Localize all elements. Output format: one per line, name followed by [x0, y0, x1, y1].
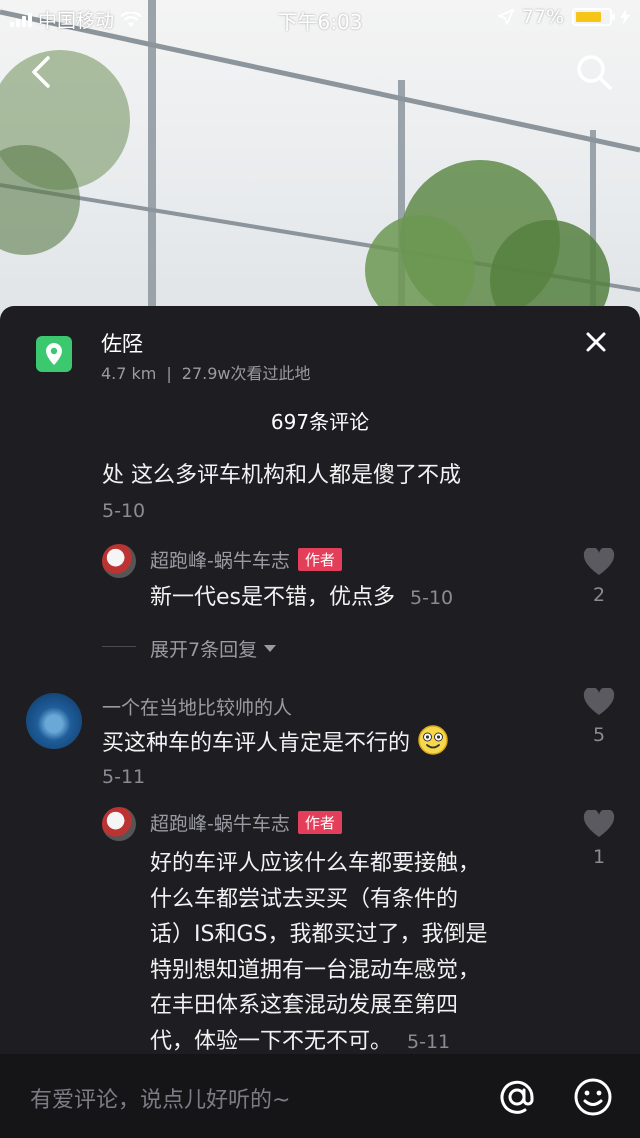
- avatar[interactable]: [26, 693, 82, 749]
- reply-last-line: 代，体验一下不无不可。 5-11: [150, 1024, 487, 1055]
- author-badge: 作者: [297, 548, 342, 571]
- like-count: 1: [592, 846, 606, 868]
- avatar[interactable]: [102, 807, 136, 841]
- comment-input-bar: 有爱评论，说点儿好听的~: [0, 1054, 640, 1138]
- reply-date: 5-11: [407, 1030, 451, 1053]
- heart-icon: [583, 808, 615, 837]
- charging-icon: [620, 9, 630, 25]
- avatar[interactable]: [102, 544, 136, 578]
- location-name: 佐陉: [101, 332, 143, 356]
- like-count: 5: [592, 724, 606, 746]
- reply-username[interactable]: 超跑峰-蜗牛车志: [150, 550, 290, 572]
- like-count: 2: [592, 584, 606, 606]
- heart-icon: [583, 546, 615, 575]
- comment-text: 处 这么多评车机构和人都是傻了不成: [102, 463, 461, 488]
- reply-line: 什么车都尝试去买买（有条件的: [150, 886, 459, 912]
- author-badge: 作者: [297, 811, 342, 834]
- location-arrow-icon: [497, 9, 514, 25]
- location-views: 27.9w次看过此地: [181, 364, 311, 383]
- reply-username-row: 超跑峰-蜗牛车志 作者: [150, 809, 342, 836]
- reply-line: 好的车评人应该什么车都要接触，: [150, 851, 481, 876]
- mention-button[interactable]: [496, 1076, 538, 1118]
- chevron-left-icon: [32, 56, 50, 88]
- divider: [102, 646, 136, 647]
- comment-content: 买这种车的车评人肯定是不行的: [102, 724, 449, 762]
- back-button[interactable]: [24, 52, 60, 92]
- like-button[interactable]: 5: [579, 686, 619, 746]
- heart-icon: [583, 686, 615, 715]
- close-icon: [586, 332, 606, 352]
- expand-replies-label: 展开7条回复: [150, 639, 258, 661]
- comment-username[interactable]: 一个在当地比较帅的人: [102, 693, 292, 720]
- comment-list[interactable]: 处 这么多评车机构和人都是傻了不成 5-10 超跑峰-蜗牛车志 作者 新一代es是…: [0, 446, 640, 1054]
- reply-line: 特别想知道拥有一台混动车感觉，: [150, 957, 481, 983]
- meta-separator: |: [166, 364, 172, 383]
- comment-sheet: 佐陉 4.7 km | 27.9w次看过此地 697条评论 处 这么多评车机构和人都…: [0, 306, 640, 1138]
- emoji-button[interactable]: [572, 1076, 614, 1118]
- location-meta: 4.7 km | 27.9w次看过此地: [101, 360, 311, 384]
- battery-percent: 77%: [521, 6, 564, 28]
- reply-line: 代，体验一下不无不可。: [150, 1028, 393, 1054]
- like-button[interactable]: 1: [579, 808, 619, 868]
- comment-date: 5-11: [102, 766, 146, 788]
- background-photo: [0, 0, 640, 340]
- reply-content: 新一代es是不错，优点多 5-10: [150, 580, 453, 616]
- search-icon: [577, 55, 612, 90]
- location-pin-icon: [36, 336, 72, 372]
- comment-date: 5-10: [102, 500, 146, 522]
- at-sign-icon: [500, 1080, 534, 1114]
- like-button[interactable]: 2: [579, 546, 619, 606]
- comment-text: 买这种车的车评人肯定是不行的: [102, 731, 411, 756]
- reply-text: 新一代es是不错，优点多: [150, 585, 395, 610]
- search-button[interactable]: [574, 52, 614, 92]
- status-bar: 中国移动 下午6:03 77%: [0, 0, 640, 36]
- reply-date: 5-10: [410, 587, 454, 609]
- grin-emoji-icon: [418, 725, 448, 755]
- reply-line: 在丰田体系这套混动发展至第四: [150, 993, 459, 1018]
- close-button[interactable]: [580, 326, 612, 358]
- reply-line: 话）IS和GS，我都买过了，我倒是: [150, 922, 488, 947]
- location-header[interactable]: 佐陉 4.7 km | 27.9w次看过此地: [0, 306, 640, 390]
- reply-username-row: 超跑峰-蜗牛车志 作者: [150, 546, 342, 573]
- reply-content: 好的车评人应该什么车都要接触， 什么车都尝试去买买（有条件的 话）IS和GS，我…: [150, 846, 487, 1054]
- expand-replies-button[interactable]: 展开7条回复: [150, 635, 277, 662]
- comment-count: 697条评论: [270, 410, 370, 434]
- reply-username[interactable]: 超跑峰-蜗牛车志: [150, 813, 290, 835]
- smiley-icon: [574, 1078, 612, 1116]
- comment-input[interactable]: 有爱评论，说点儿好听的~: [30, 1082, 290, 1114]
- battery-icon: [572, 8, 615, 26]
- location-distance: 4.7 km: [101, 364, 157, 383]
- chevron-down-icon: [264, 645, 277, 652]
